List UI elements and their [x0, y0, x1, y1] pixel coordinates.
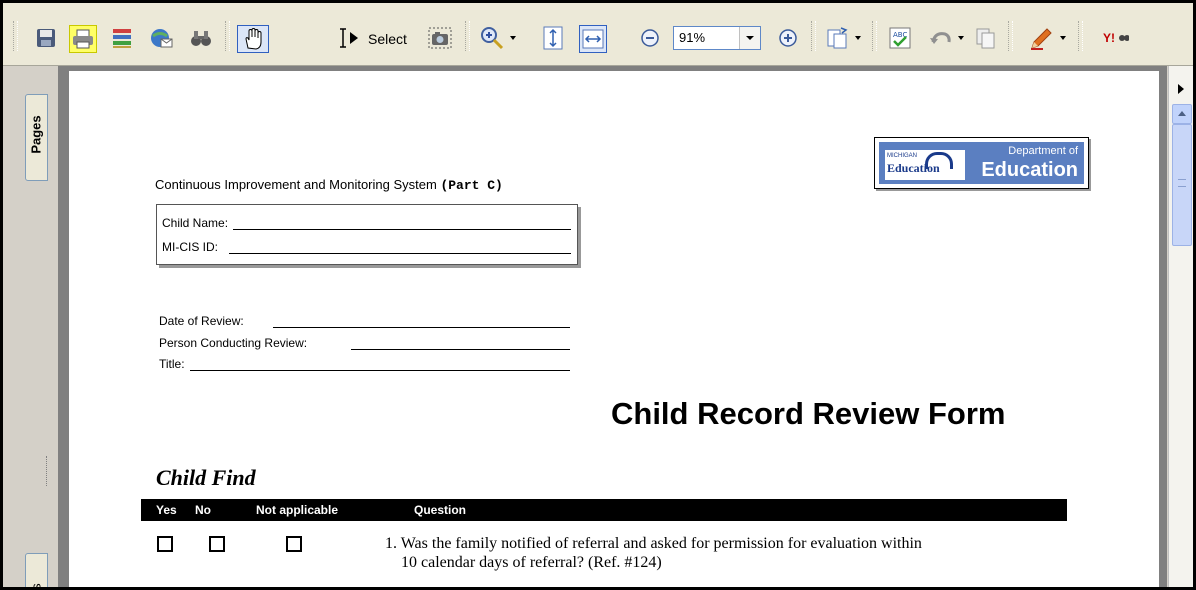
logo-education-large: Education: [981, 159, 1078, 181]
panel-resize-grip[interactable]: [46, 456, 50, 486]
toolbar: Select 91% ABC Y!: [3, 3, 1193, 66]
checkbox-yes-q1[interactable]: [157, 536, 173, 552]
checkbox-na-q1[interactable]: [286, 536, 302, 552]
select-tool-label[interactable]: Select: [368, 31, 407, 47]
panel-expand-arrow-icon[interactable]: [1178, 84, 1184, 94]
app-window: Select 91% ABC Y! Pages Continuous Impro…: [3, 3, 1193, 587]
rotate-dropdown-arrow[interactable]: [855, 36, 861, 40]
question-number: 1.: [385, 535, 397, 552]
organizer-icon[interactable]: [109, 25, 135, 51]
spell-check-icon[interactable]: ABC: [887, 25, 913, 51]
date-of-review-line[interactable]: [273, 327, 570, 328]
checkbox-no-q1[interactable]: [209, 536, 225, 552]
child-info-box: Child Name: MI-CIS ID:: [156, 204, 578, 265]
toolbar-grip: [13, 21, 18, 51]
save-icon[interactable]: [33, 25, 59, 51]
zoom-in-icon[interactable]: [775, 25, 801, 51]
fit-page-icon[interactable]: [540, 25, 566, 51]
yahoo-icon[interactable]: Y!: [1103, 25, 1129, 51]
scroll-up-button[interactable]: [1172, 104, 1192, 124]
subtitle-text: Continuous Improvement and Monitoring Sy…: [155, 177, 437, 192]
document-subtitle: Continuous Improvement and Monitoring Sy…: [155, 177, 503, 193]
person-conducting-label: Person Conducting Review:: [159, 336, 308, 350]
vertical-scrollbar[interactable]: [1168, 66, 1193, 587]
toolbar-separator: [1078, 21, 1083, 51]
section-title: Child Find: [156, 465, 256, 490]
undo-icon[interactable]: [928, 25, 954, 51]
subtitle-part: (Part C): [440, 178, 503, 193]
zoom-level-dropdown[interactable]: [739, 27, 760, 49]
toolbar-separator: [1008, 21, 1013, 51]
toolbar-separator: [465, 21, 470, 51]
pages-tab-label[interactable]: Pages: [29, 103, 44, 167]
logo-education-small: Education: [887, 161, 940, 175]
question-1: 1. Was the family notified of referral a…: [385, 534, 1065, 572]
question-text-line2: 10 calendar days of referral? (Ref. #124…: [401, 554, 662, 571]
toolbar-separator: [811, 21, 816, 51]
date-of-review-label: Date of Review:: [159, 314, 244, 328]
title-label: Title:: [159, 357, 185, 371]
logo-department-text: Department of: [1008, 145, 1078, 157]
pages-tab[interactable]: Pages: [25, 94, 48, 181]
snapshot-icon[interactable]: [427, 25, 453, 51]
copy-icon[interactable]: [973, 25, 999, 51]
zoom-tool-dropdown-arrow[interactable]: [510, 36, 516, 40]
svg-text:Y!: Y!: [1103, 31, 1115, 45]
rotate-pages-icon[interactable]: [825, 25, 851, 51]
fit-width-icon[interactable]: [579, 25, 607, 53]
navigation-panel: Pages ts: [3, 66, 59, 587]
toolbar-separator: [225, 21, 230, 51]
child-name-line[interactable]: [233, 229, 571, 230]
select-tool-icon[interactable]: [338, 25, 364, 51]
michigan-education-logo: MICHIGAN Education Department of Educati…: [874, 137, 1089, 189]
toolbar-separator: [872, 21, 877, 51]
hand-tool-icon[interactable]: [237, 25, 269, 53]
pen-icon[interactable]: [1028, 25, 1054, 51]
zoom-level-value[interactable]: 91%: [679, 30, 705, 45]
form-title: Child Record Review Form: [611, 396, 1006, 431]
logo-michigan-text: MICHIGAN: [887, 153, 917, 159]
header-question: Question: [414, 503, 467, 517]
header-yes: Yes: [156, 503, 177, 517]
zoom-in-tool-icon[interactable]: [479, 25, 505, 51]
question-text-line1: Was the family notified of referral and …: [400, 535, 922, 552]
pen-dropdown-arrow[interactable]: [1060, 36, 1066, 40]
zoom-out-icon[interactable]: [637, 25, 663, 51]
document-viewport[interactable]: Continuous Improvement and Monitoring Sy…: [59, 66, 1167, 587]
bottom-side-tab-label[interactable]: ts: [29, 558, 44, 587]
mi-cis-label: MI-CIS ID:: [162, 240, 218, 254]
email-icon[interactable]: [148, 25, 174, 51]
scroll-thumb[interactable]: [1172, 124, 1192, 246]
child-name-label: Child Name:: [162, 216, 229, 230]
person-conducting-line[interactable]: [351, 349, 570, 350]
zoom-level-field[interactable]: 91%: [673, 26, 761, 50]
mi-cis-line[interactable]: [229, 253, 571, 254]
bottom-side-tab[interactable]: ts: [25, 553, 48, 587]
search-binoculars-icon[interactable]: [188, 25, 214, 51]
undo-dropdown-arrow[interactable]: [958, 36, 964, 40]
header-not-applicable: Not applicable: [256, 503, 339, 517]
header-no: No: [195, 503, 211, 517]
print-icon[interactable]: [69, 25, 97, 53]
document-page: Continuous Improvement and Monitoring Sy…: [69, 71, 1159, 587]
title-line[interactable]: [190, 370, 570, 371]
question-table-header: Yes No Not applicable Question: [141, 499, 1067, 521]
